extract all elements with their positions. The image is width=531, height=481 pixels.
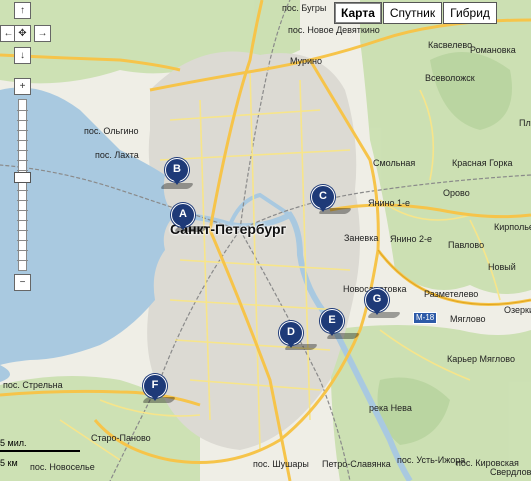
- place-label: пос. Лахта: [95, 150, 139, 160]
- place-label: Касвелево: [428, 40, 473, 50]
- marker-a[interactable]: A: [171, 203, 195, 230]
- zoom-slider-notch: [17, 260, 28, 261]
- marker-g[interactable]: G: [365, 288, 389, 315]
- place-label: пос. Бугры: [282, 3, 327, 13]
- zoom-in-button[interactable]: +: [14, 78, 31, 95]
- scale-label: 5 мил.: [0, 438, 27, 448]
- place-label: Карьер Мяглово: [447, 354, 515, 364]
- place-label: Мяглово: [450, 314, 486, 324]
- zoom-slider-notch: [17, 150, 28, 151]
- zoom-slider-notch: [17, 210, 28, 211]
- place-label: Павлово: [448, 240, 485, 250]
- place-label: Старо-Паново: [91, 433, 151, 443]
- pan-up-button[interactable]: ↑: [14, 2, 31, 19]
- zoom-slider-notch: [17, 130, 28, 131]
- map-type-satellite-button[interactable]: Спутник: [382, 2, 443, 24]
- zoom-slider-notch: [17, 220, 28, 221]
- marker-f[interactable]: F: [143, 374, 167, 401]
- place-label: Янино 2-е: [390, 234, 432, 244]
- zoom-slider-notch: [17, 230, 28, 231]
- zoom-slider-handle[interactable]: [14, 171, 31, 183]
- place-label: Янино 1-е: [368, 198, 410, 208]
- place-label: Плин: [519, 118, 531, 128]
- place-label: Заневка: [344, 233, 379, 243]
- zoom-out-button[interactable]: −: [14, 274, 31, 291]
- place-label: Орово: [443, 188, 470, 198]
- place-label: Кирполье: [494, 222, 531, 232]
- place-label: Озерки: [504, 305, 531, 315]
- place-label: Романовка: [470, 45, 516, 55]
- place-label: Мурино: [290, 56, 323, 66]
- place-label: пос. Кировская: [456, 458, 519, 468]
- zoom-slider-notch: [17, 160, 28, 161]
- place-label: Новый: [488, 262, 516, 272]
- place-label: Петро-Славянка: [322, 459, 391, 469]
- scale-label-km: 5 км: [0, 458, 18, 468]
- marker-c[interactable]: C: [311, 185, 335, 212]
- map-type-hybrid-button[interactable]: Гибрид: [443, 2, 497, 24]
- map-type-control: Карта Спутник Гибрид: [333, 2, 497, 24]
- place-label: Свердлова: [490, 467, 531, 477]
- place-label: пос. Стрельна: [3, 380, 63, 390]
- highway-label: M-18: [413, 312, 438, 324]
- marker-b[interactable]: B: [165, 158, 189, 185]
- pan-down-button[interactable]: ↓: [14, 47, 31, 64]
- zoom-slider-notch: [17, 110, 28, 111]
- scale-bar: [0, 450, 80, 452]
- place-label: Разметелево: [424, 289, 479, 299]
- zoom-slider-notch: [17, 240, 28, 241]
- place-label: река Нева: [369, 403, 412, 413]
- pan-right-button[interactable]: →: [34, 25, 51, 42]
- place-label: пос. Ольгино: [84, 126, 139, 136]
- place-label: Смольная: [373, 158, 416, 168]
- place-label: пос. Новое Девяткино: [288, 25, 380, 35]
- zoom-slider-notch: [17, 120, 28, 121]
- place-label: Красная Горка: [452, 158, 513, 168]
- marker-e[interactable]: E: [320, 309, 344, 336]
- place-label: пос. Шушары: [253, 459, 309, 469]
- zoom-slider-notch: [17, 190, 28, 191]
- marker-d[interactable]: D: [279, 321, 303, 348]
- zoom-slider-notch: [17, 200, 28, 201]
- zoom-slider-notch: [17, 250, 28, 251]
- zoom-slider-notch: [17, 140, 28, 141]
- place-label: Всеволожск: [425, 73, 475, 83]
- map-type-map-button[interactable]: Карта: [334, 2, 382, 24]
- place-label: пос. Новоселье: [30, 462, 95, 472]
- pan-center-button[interactable]: ✥: [14, 25, 31, 42]
- zoom-slider-track[interactable]: [17, 99, 28, 271]
- map[interactable]: пос. Бугры пос. Новое Девяткино Мурино К…: [0, 0, 531, 481]
